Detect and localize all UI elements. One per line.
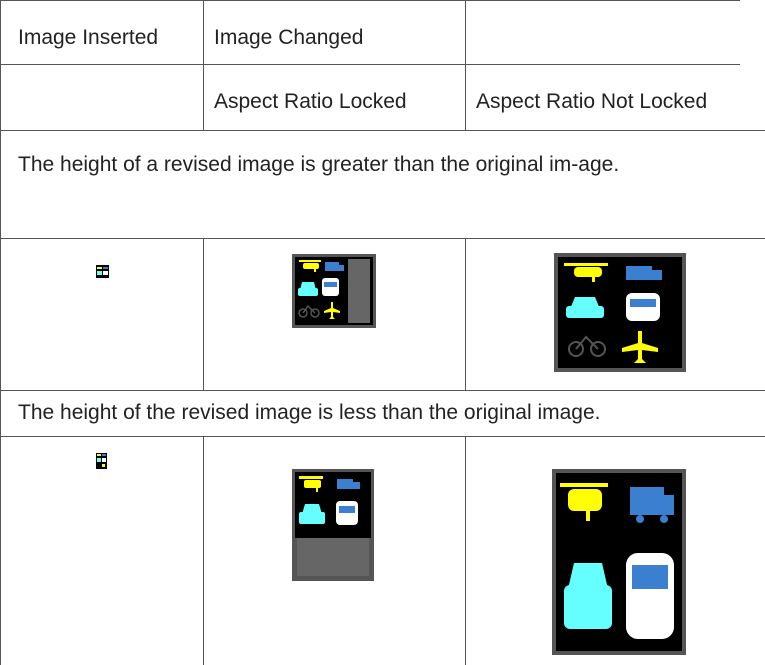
table-row-divider (0, 64, 740, 65)
bus-icon (626, 553, 674, 639)
image-aspect-locked-2 (292, 469, 374, 581)
section-1-description: The height of a revised image is greater… (18, 153, 620, 176)
table-row-divider (0, 238, 765, 239)
table-col-divider-1 (203, 0, 204, 130)
section-2-description: The height of the revised image is less … (18, 401, 601, 424)
image-aspect-locked-1 (292, 254, 376, 328)
table-col-divider-1c (203, 436, 204, 665)
header-aspect-not-locked: Aspect Ratio Not Locked (476, 90, 708, 113)
header-image-changed: Image Changed (214, 26, 364, 49)
table-border-left (0, 0, 1, 665)
image-aspect-not-locked-2 (552, 469, 686, 655)
table-row-divider (0, 390, 765, 391)
table-col-divider-2c (465, 436, 466, 665)
table-border-top (0, 0, 740, 1)
bus-icon (626, 293, 660, 321)
image-inserted-thumbnail-1 (96, 265, 109, 278)
bus-icon (322, 278, 339, 296)
table-row-divider (0, 130, 765, 131)
bus-icon (336, 501, 358, 525)
header-aspect-locked: Aspect Ratio Locked (214, 90, 407, 113)
table-row-divider (0, 436, 765, 437)
table-col-divider-2b (465, 238, 466, 390)
image-inserted-thumbnail-2 (96, 453, 107, 469)
header-image-inserted: Image Inserted (18, 26, 159, 49)
table-col-divider-2 (465, 0, 466, 130)
image-aspect-not-locked-1 (554, 253, 686, 372)
table-col-divider-1b (203, 238, 204, 390)
